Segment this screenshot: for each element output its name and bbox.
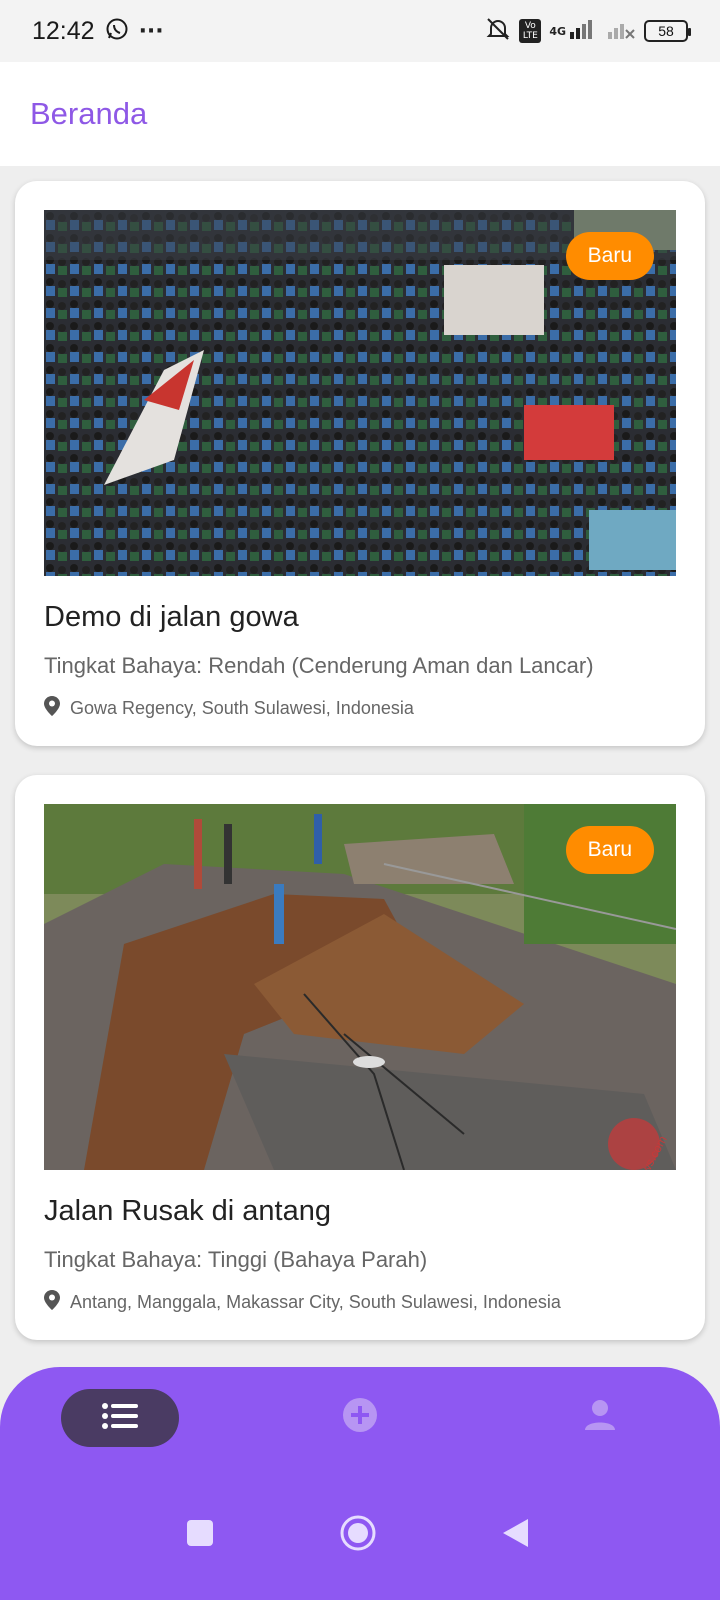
report-location: Antang, Manggala, Makassar City, South S… bbox=[44, 1290, 561, 1315]
page-title: Beranda bbox=[30, 96, 148, 131]
new-badge: Baru bbox=[565, 826, 654, 874]
signal-no-service-icon bbox=[606, 18, 636, 44]
nav-add-button[interactable] bbox=[340, 1397, 380, 1437]
home-button[interactable] bbox=[340, 1515, 376, 1555]
bottom-navigation bbox=[0, 1367, 720, 1600]
location-pin-icon bbox=[44, 696, 60, 721]
list-icon bbox=[102, 1402, 138, 1434]
nav-list-button[interactable] bbox=[61, 1389, 179, 1447]
person-icon bbox=[583, 1398, 617, 1436]
back-button[interactable] bbox=[500, 1517, 530, 1553]
mute-bell-icon bbox=[485, 16, 511, 46]
crowd-protest-photo: Baru bbox=[44, 210, 676, 576]
more-notifications-icon: ··· bbox=[138, 18, 164, 44]
app-header: Beranda bbox=[0, 62, 720, 166]
add-circle-icon bbox=[342, 1397, 378, 1437]
location-text: Gowa Regency, South Sulawesi, Indonesia bbox=[70, 698, 414, 718]
battery-icon: 58 bbox=[644, 20, 691, 42]
whatsapp-icon bbox=[105, 17, 129, 45]
back-triangle-icon bbox=[500, 1517, 530, 1553]
signal-icon bbox=[568, 18, 598, 44]
location-pin-icon bbox=[44, 1290, 60, 1315]
recent-apps-button[interactable] bbox=[186, 1519, 214, 1551]
report-title: Jalan Rusak di antang bbox=[44, 1195, 331, 1227]
volte-icon: Vo LTE bbox=[519, 19, 542, 43]
home-circle-icon bbox=[340, 1515, 376, 1555]
new-badge: Baru bbox=[565, 232, 654, 280]
danger-level: Tingkat Bahaya: Rendah (Cenderung Aman d… bbox=[44, 653, 594, 678]
report-card[interactable]: Baru Demo di jalan gowa Tingkat Bahaya: … bbox=[15, 181, 705, 746]
status-bar: 12:42 ··· Vo LTE 4G 58 bbox=[0, 0, 720, 62]
report-location: Gowa Regency, South Sulawesi, Indonesia bbox=[44, 696, 414, 721]
danger-level: Tingkat Bahaya: Tinggi (Bahaya Parah) bbox=[44, 1247, 428, 1272]
square-icon bbox=[186, 1519, 214, 1551]
report-title: Demo di jalan gowa bbox=[44, 601, 299, 633]
location-text: Antang, Manggala, Makassar City, South S… bbox=[70, 1292, 561, 1312]
report-card[interactable]: Baru www.antaranews.com Jalan Rusak di a… bbox=[15, 775, 705, 1340]
status-time: 12:42 bbox=[32, 16, 95, 45]
network-label: 4G bbox=[549, 24, 566, 38]
damaged-road-photo: Baru www.antaranews.com bbox=[44, 804, 676, 1170]
nav-profile-button[interactable] bbox=[580, 1397, 620, 1437]
